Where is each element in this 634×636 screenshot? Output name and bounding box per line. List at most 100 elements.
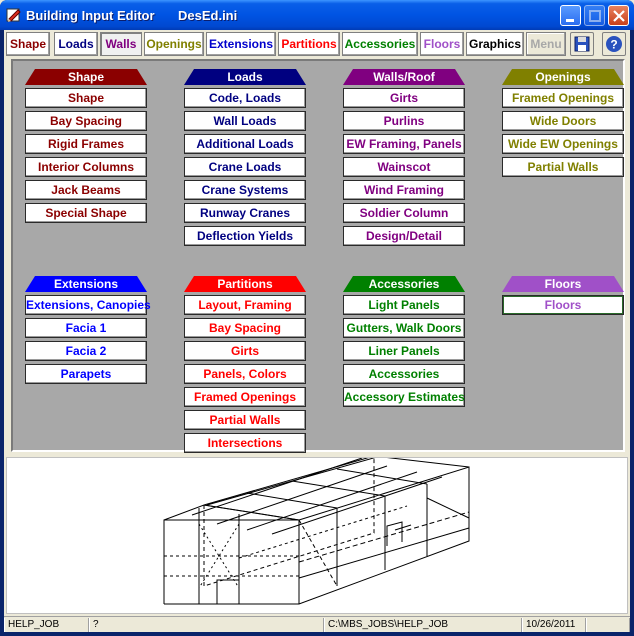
tab-openings[interactable]: Openings xyxy=(144,32,204,56)
tab-partitions[interactable]: Partitions xyxy=(278,32,340,56)
walls-button-design-detail[interactable]: Design/Detail xyxy=(343,226,465,246)
building-preview[interactable] xyxy=(6,455,628,614)
accessories-button-accessory-estimates[interactable]: Accessory Estimates xyxy=(343,387,465,407)
minimize-button[interactable] xyxy=(560,5,581,26)
help-question-icon: ? xyxy=(606,36,622,52)
accessories-button-liner-panels[interactable]: Liner Panels xyxy=(343,341,465,361)
loads-group-title: Loads xyxy=(227,70,263,84)
shape-button-shape[interactable]: Shape xyxy=(25,88,147,108)
loads-button-deflection-yields[interactable]: Deflection Yields xyxy=(184,226,306,246)
status-bar: HELP_JOB ? C:\MBS_JOBS\HELP_JOB 10/26/20… xyxy=(4,616,630,632)
window-file-name: DesEd.ini xyxy=(178,8,238,23)
openings-button-framed-openings[interactable]: Framed Openings xyxy=(502,88,624,108)
shape-button-rigid-frames[interactable]: Rigid Frames xyxy=(25,134,147,154)
loads-button-wall-loads[interactable]: Wall Loads xyxy=(184,111,306,131)
extensions-group-title: Extensions xyxy=(53,277,119,291)
status-job: HELP_JOB xyxy=(4,618,89,632)
loads-button-code-loads[interactable]: Code, Loads xyxy=(184,88,306,108)
accessories-button-light-panels[interactable]: Light Panels xyxy=(343,295,465,315)
accessories-button-accessories[interactable]: Accessories xyxy=(343,364,465,384)
tab-menu[interactable]: Menu xyxy=(526,32,566,56)
loads-button-additional-loads[interactable]: Additional Loads xyxy=(184,134,306,154)
group-shape: Shape Shape Bay Spacing Rigid Frames Interio… xyxy=(25,69,147,223)
partitions-button-girts[interactable]: Girts xyxy=(184,341,306,361)
extensions-button-facia-2[interactable]: Facia 2 xyxy=(25,341,147,361)
openings-group-title: Openings xyxy=(535,70,591,84)
maximize-button[interactable] xyxy=(584,5,605,26)
accessories-button-gutters-walk-doors[interactable]: Gutters, Walk Doors xyxy=(343,318,465,338)
openings-button-wide-ew-openings[interactable]: Wide EW Openings xyxy=(502,134,624,154)
walls-group-title: Walls/Roof xyxy=(373,70,435,84)
group-openings: Openings Framed Openings Wide Doors Wide EW… xyxy=(502,69,624,177)
window-title: Building Input Editor xyxy=(26,8,155,23)
group-walls-roof: Walls/Roof Girts Purlins EW Framing, Panels… xyxy=(343,69,465,246)
partitions-button-framed-openings[interactable]: Framed Openings xyxy=(184,387,306,407)
status-date: 10/26/2011 xyxy=(522,618,586,632)
loads-button-crane-loads[interactable]: Crane Loads xyxy=(184,157,306,177)
save-button[interactable] xyxy=(570,32,594,56)
shape-button-special-shape[interactable]: Special Shape xyxy=(25,203,147,223)
svg-text:?: ? xyxy=(610,38,617,52)
minimize-icon xyxy=(566,19,574,22)
walls-button-ew-framing-panels[interactable]: EW Framing, Panels xyxy=(343,134,465,154)
walls-button-girts[interactable]: Girts xyxy=(343,88,465,108)
shape-group-title: Shape xyxy=(67,70,104,84)
walls-group-header: Walls/Roof xyxy=(343,69,465,85)
floors-button-floors[interactable]: Floors xyxy=(502,295,624,315)
building-wireframe xyxy=(163,455,470,605)
shape-button-jack-beams[interactable]: Jack Beams xyxy=(25,180,147,200)
walls-button-wind-framing[interactable]: Wind Framing xyxy=(343,180,465,200)
tab-accessories[interactable]: Accessories xyxy=(342,32,418,56)
extensions-button-parapets[interactable]: Parapets xyxy=(25,364,147,384)
extensions-group-header: Extensions xyxy=(25,276,147,292)
partitions-group-title: Partitions xyxy=(217,277,273,291)
group-partitions: Partitions Layout, Framing Bay Spacing Girt… xyxy=(184,276,306,453)
group-extensions: Extensions Extensions, Canopies Facia 1 Fac… xyxy=(25,276,151,384)
partitions-button-intersections[interactable]: Intersections xyxy=(184,433,306,453)
close-icon xyxy=(613,10,625,22)
tab-walls[interactable]: Walls xyxy=(100,32,142,56)
partitions-button-partial-walls[interactable]: Partial Walls xyxy=(184,410,306,430)
group-loads: Loads Code, Loads Wall Loads Additional Loa… xyxy=(184,69,306,246)
accessories-group-header: Accessories xyxy=(343,276,465,292)
walls-button-wainscot[interactable]: Wainscot xyxy=(343,157,465,177)
accessories-group-title: Accessories xyxy=(368,277,440,291)
status-help: ? xyxy=(89,618,324,632)
shape-button-interior-columns[interactable]: Interior Columns xyxy=(25,157,147,177)
loads-button-crane-systems[interactable]: Crane Systems xyxy=(184,180,306,200)
status-path: C:\MBS_JOBS\HELP_JOB xyxy=(324,618,522,632)
walls-button-purlins[interactable]: Purlins xyxy=(343,111,465,131)
tab-extensions[interactable]: Extensions xyxy=(206,32,276,56)
tab-loads[interactable]: Loads xyxy=(54,32,98,56)
app-window: Building Input Editor DesEd.ini Shape Lo… xyxy=(0,0,634,636)
partitions-button-panels-colors[interactable]: Panels, Colors xyxy=(184,364,306,384)
openings-button-wide-doors[interactable]: Wide Doors xyxy=(502,111,624,131)
tab-shape[interactable]: Shape xyxy=(6,32,50,56)
partitions-button-bay-spacing[interactable]: Bay Spacing xyxy=(184,318,306,338)
extensions-button-extensions-canopies[interactable]: Extensions, Canopies xyxy=(25,295,151,315)
openings-group-header: Openings xyxy=(502,69,624,85)
group-accessories: Accessories Light Panels Gutters, Walk Doo… xyxy=(343,276,465,407)
options-panel: Shape Shape Bay Spacing Rigid Frames Interio… xyxy=(11,59,625,453)
client-area: Shape Loads Walls Openings Extensions Pa… xyxy=(4,30,630,632)
floppy-disk-icon xyxy=(574,36,590,52)
shape-button-bay-spacing[interactable]: Bay Spacing xyxy=(25,111,147,131)
partitions-button-layout-framing[interactable]: Layout, Framing xyxy=(184,295,306,315)
floors-group-title: Floors xyxy=(544,277,582,291)
loads-group-header: Loads xyxy=(184,69,306,85)
status-extra xyxy=(586,618,630,632)
floors-group-header: Floors xyxy=(502,276,624,292)
partitions-group-header: Partitions xyxy=(184,276,306,292)
shape-group-header: Shape xyxy=(25,69,147,85)
help-button[interactable]: ? xyxy=(602,32,626,56)
close-button[interactable] xyxy=(608,5,629,26)
title-bar[interactable]: Building Input Editor DesEd.ini xyxy=(0,0,634,30)
tab-floors[interactable]: Floors xyxy=(420,32,464,56)
extensions-button-facia-1[interactable]: Facia 1 xyxy=(25,318,147,338)
maximize-icon xyxy=(589,10,601,22)
openings-button-partial-walls[interactable]: Partial Walls xyxy=(502,157,624,177)
loads-button-runway-cranes[interactable]: Runway Cranes xyxy=(184,203,306,223)
walls-button-soldier-column[interactable]: Soldier Column xyxy=(343,203,465,223)
tab-graphics[interactable]: Graphics xyxy=(466,32,524,56)
app-icon xyxy=(6,8,21,22)
